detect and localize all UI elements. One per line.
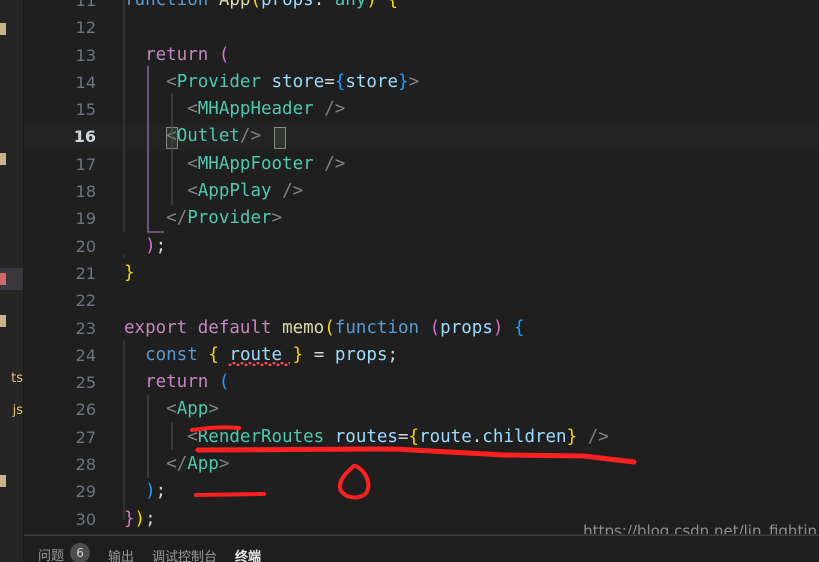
line-25-code: return ( [145, 372, 230, 393]
line-21-code: } [124, 262, 135, 283]
code-line[interactable]: 17 <MHAppFooter /> [24, 151, 819, 178]
code-line[interactable]: 15 <MHAppHeader /> [24, 96, 819, 123]
code-editor[interactable]: 11 function App(props: any) { 12 13 retu… [24, 0, 819, 535]
line-18-code: <AppPlay /> [187, 181, 304, 202]
line-20-code: ); [145, 235, 167, 256]
line-30-code: }); [124, 508, 156, 529]
line-15-code: <MHAppHeader /> [187, 99, 346, 120]
code-line[interactable]: 19 </Provider> [24, 205, 819, 232]
modified-marker-icon [0, 273, 6, 285]
line-number: 30 [75, 509, 96, 529]
line-19-code: </Provider> [166, 208, 283, 229]
code-lines: 11 function App(props: any) { 12 13 retu… [24, 0, 819, 533]
code-line[interactable]: 22 [24, 287, 819, 314]
list-item[interactable] [0, 310, 24, 332]
line-number: 22 [75, 291, 96, 311]
line-number: 23 [75, 318, 96, 338]
line-16-code: <Outlet/> [166, 126, 261, 147]
panel-tab-list: 问题 6 输出 调试控制台 终端 [38, 543, 261, 562]
list-item[interactable] [0, 268, 24, 290]
line-number: 15 [75, 100, 96, 120]
list-item[interactable] [0, 148, 24, 170]
code-line[interactable]: 14 <Provider store={store}> [24, 69, 819, 96]
line-14-code: <Provider store={store}> [166, 71, 420, 92]
file-explorer-strip[interactable]: ts js [0, 0, 24, 562]
line-number: 26 [75, 400, 96, 420]
line-28-code: </App> [166, 454, 230, 475]
line-26-code: <App> [166, 399, 219, 420]
line-11-code: function App(props: any) { [124, 0, 399, 10]
code-line[interactable]: 25 return ( [24, 369, 819, 396]
code-line[interactable]: 13 return ( [24, 42, 819, 69]
line-number: 12 [75, 18, 96, 38]
line-27-code: <RenderRoutes routes={route.children} /> [187, 426, 609, 447]
code-line[interactable]: 28 </App> [24, 451, 819, 478]
bottom-panel[interactable]: 问题 6 输出 调试控制台 终端 [24, 535, 819, 562]
line-number: 20 [75, 236, 96, 256]
list-item[interactable] [0, 18, 24, 40]
folder-marker-icon [0, 315, 6, 327]
list-item-ts[interactable]: ts [0, 368, 24, 390]
line-number: 27 [75, 427, 96, 447]
line-number: 18 [75, 182, 96, 202]
line-number: 19 [75, 209, 96, 229]
code-line[interactable]: 26 <App> [24, 396, 819, 423]
panel-tab-debug-console[interactable]: 调试控制台 [152, 546, 217, 562]
code-line[interactable]: 21 } [24, 260, 819, 287]
line-number: 25 [75, 373, 96, 393]
error-squiggle [228, 361, 290, 366]
line-number: 11 [75, 0, 96, 10]
line-number: 28 [75, 455, 96, 475]
code-line[interactable]: 20 ); [24, 233, 819, 260]
code-line-active[interactable]: 16 <Outlet/> [24, 123, 819, 151]
vscode-window: ts js 11 function App(props: any) { 12 1… [0, 0, 819, 562]
line-13-code: return ( [145, 44, 230, 65]
code-line[interactable]: 12 [24, 14, 819, 41]
code-line[interactable]: 27 <RenderRoutes routes={route.children}… [24, 424, 819, 451]
folder-marker-icon [0, 23, 6, 35]
panel-tab-problems-label: 问题 [38, 549, 65, 562]
line-number: 14 [75, 72, 96, 92]
panel-tab-output[interactable]: 输出 [108, 546, 134, 562]
line-number: 24 [75, 345, 96, 365]
bracket-match-open [166, 127, 178, 150]
line-17-code: <MHAppFooter /> [187, 153, 346, 174]
line-23-code: export default memo(function (props) { [124, 317, 525, 338]
line-number: 17 [75, 154, 96, 174]
panel-tab-terminal[interactable]: 终端 [235, 546, 261, 562]
line-number: 21 [75, 263, 96, 283]
list-item-js[interactable]: js [0, 400, 24, 422]
panel-tab-problems[interactable]: 问题 6 [38, 543, 91, 562]
code-line[interactable]: 18 <AppPlay /> [24, 178, 819, 205]
code-line[interactable]: 29 ); [24, 478, 819, 505]
problems-count-badge: 6 [70, 543, 91, 562]
folder-marker-icon [0, 153, 6, 165]
code-line[interactable]: 24 const { route } = props; [24, 342, 819, 369]
line-number: 16 [73, 127, 96, 147]
line-number: 29 [75, 482, 96, 502]
line-number: 13 [75, 45, 96, 65]
code-line[interactable]: 11 function App(props: any) { [24, 0, 819, 14]
list-item[interactable] [0, 470, 24, 492]
code-line[interactable]: 23 export default memo(function (props) … [24, 315, 819, 342]
line-29-code: ); [145, 481, 167, 502]
folder-marker-icon [0, 475, 6, 487]
bracket-match-close [274, 127, 286, 150]
